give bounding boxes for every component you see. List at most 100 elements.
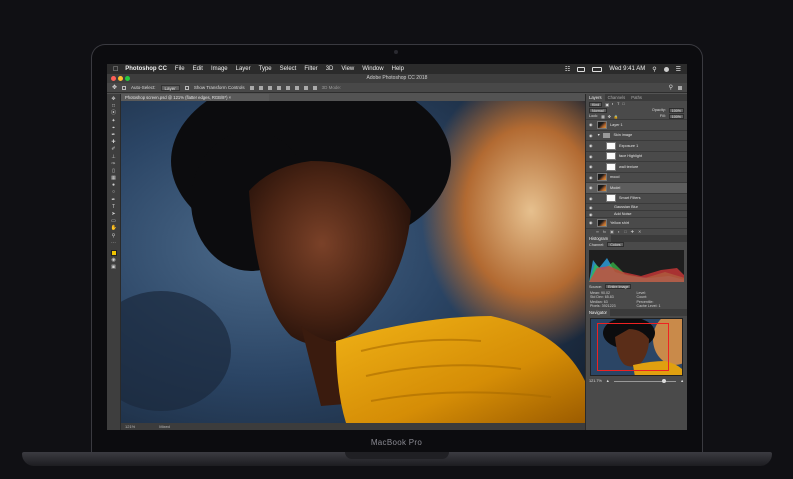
layer-row[interactable]: ◉ mood — [586, 171, 687, 183]
menu-select[interactable]: Select — [280, 66, 297, 72]
adjustment-layer-icon[interactable]: ◐ — [618, 229, 620, 234]
crop-tool-icon[interactable]: ⌖ — [111, 125, 117, 131]
layer-row[interactable]: ◉ Yellow shirt — [586, 217, 687, 228]
lock-all-icon[interactable]: 🔒 — [614, 114, 619, 119]
visibility-eye-icon[interactable]: ◉ — [589, 154, 594, 159]
visibility-eye-icon[interactable]: ◉ — [589, 122, 594, 127]
delete-layer-icon[interactable]: ✕ — [638, 229, 641, 234]
document-tab[interactable]: Photoshop screen.psd @ 121% (flatter edg… — [121, 94, 269, 101]
more-tools-icon[interactable]: ⋯ — [111, 240, 117, 246]
layer-row[interactable]: ◉ Exposure 1 — [586, 140, 687, 151]
navigator-zoom-value[interactable]: 121.7% — [589, 379, 602, 383]
source-dropdown[interactable]: Entire Image — [605, 284, 632, 289]
zoom-in-icon[interactable]: ▲ — [680, 379, 684, 383]
show-transform-checkbox[interactable] — [184, 85, 189, 90]
menu-image[interactable]: Image — [211, 66, 228, 72]
gradient-tool-icon[interactable]: ▦ — [111, 176, 117, 181]
airplay-icon[interactable] — [577, 66, 586, 72]
healing-brush-icon[interactable]: ✚ — [111, 140, 117, 145]
menu-3d[interactable]: 3D — [326, 66, 334, 72]
siri-icon[interactable] — [663, 66, 669, 72]
menu-filter[interactable]: Filter — [304, 66, 317, 72]
wifi-icon[interactable]: ☷ — [565, 66, 570, 73]
menu-help[interactable]: Help — [392, 66, 404, 72]
eyedropper-tool-icon[interactable]: ✒ — [111, 132, 117, 138]
filter-type-icon[interactable]: T — [617, 102, 619, 106]
marquee-tool-icon[interactable]: □ — [111, 104, 117, 109]
distribute-spacing-icon[interactable] — [312, 85, 317, 90]
move-tool-icon[interactable]: ✥ — [111, 97, 117, 102]
blend-mode-dropdown[interactable]: Normal — [589, 107, 607, 113]
quick-mask-icon[interactable]: ◉ — [111, 258, 117, 263]
layer-row[interactable]: ◉ Add Noise — [586, 210, 687, 217]
visibility-eye-icon[interactable]: ◉ — [589, 143, 594, 148]
new-layer-icon[interactable]: ✚ — [631, 229, 634, 234]
quick-select-tool-icon[interactable]: ✦ — [111, 118, 117, 124]
menubar-clock[interactable]: Wed 9:41 AM — [609, 66, 645, 72]
menu-file[interactable]: File — [175, 66, 185, 72]
filter-pixel-icon[interactable]: ▣ — [605, 102, 609, 107]
close-window-button[interactable] — [111, 76, 116, 81]
visibility-eye-icon[interactable]: ◉ — [589, 185, 594, 190]
layer-row[interactable]: ◉ wall texture — [586, 161, 687, 172]
visibility-eye-icon[interactable]: ◉ — [589, 196, 594, 201]
layer-filter-kind[interactable]: Kind — [589, 101, 603, 107]
fill-field[interactable]: 100% — [668, 113, 684, 119]
menu-type[interactable]: Type — [259, 66, 272, 72]
menu-view[interactable]: View — [341, 66, 354, 72]
tab-layers[interactable]: Layers — [586, 94, 605, 101]
layer-row[interactable]: ◉ Smart Filters — [586, 192, 687, 204]
dodge-tool-icon[interactable]: ○ — [111, 190, 117, 195]
apple-icon[interactable]:  — [113, 66, 118, 73]
opacity-field[interactable]: 100% — [668, 107, 684, 113]
pen-tool-icon[interactable]: ✒ — [111, 197, 117, 203]
zoom-slider-handle[interactable] — [662, 378, 667, 383]
link-layers-icon[interactable]: ∞ — [596, 229, 599, 234]
clone-stamp-icon[interactable]: ⊥ — [111, 154, 117, 160]
align-right-icon[interactable] — [267, 85, 272, 90]
layer-row[interactable]: ◉ Layer 1 — [586, 119, 687, 130]
auto-select-dropdown[interactable]: Layer — [160, 84, 180, 91]
filter-adjust-icon[interactable]: ◐ — [612, 102, 614, 106]
notification-center-icon[interactable]: ☰ — [676, 66, 681, 73]
navigator-zoom-slider[interactable] — [613, 378, 677, 383]
screen-mode-icon[interactable]: ▣ — [111, 265, 117, 270]
brush-tool-icon[interactable]: ✐ — [111, 147, 117, 152]
rectangle-tool-icon[interactable]: ▭ — [111, 219, 117, 224]
tab-histogram[interactable]: Histogram — [586, 234, 612, 242]
visibility-eye-icon[interactable]: ◉ — [589, 205, 594, 210]
visibility-eye-icon[interactable]: ◉ — [589, 175, 594, 180]
layer-row[interactable]: ◉ Model — [586, 182, 687, 193]
path-select-tool-icon[interactable]: ➤ — [111, 212, 117, 217]
tab-channels[interactable]: Channels — [605, 94, 629, 101]
search-icon[interactable]: ⚲ — [652, 66, 656, 73]
type-tool-icon[interactable]: T — [111, 204, 117, 210]
tab-navigator[interactable]: Navigator — [586, 309, 610, 316]
menu-app-name[interactable]: Photoshop CC — [125, 66, 167, 72]
battery-icon[interactable] — [592, 66, 603, 72]
history-brush-icon[interactable]: ✑ — [111, 161, 117, 167]
document-canvas[interactable] — [121, 101, 585, 423]
zoom-tool-icon[interactable]: ⚲ — [111, 233, 117, 239]
menu-window[interactable]: Window — [362, 66, 383, 72]
menu-layer[interactable]: Layer — [236, 66, 251, 72]
filter-shape-icon[interactable]: □ — [622, 102, 624, 106]
layer-row[interactable]: ◉ Gaussian Blur — [586, 203, 687, 210]
auto-select-checkbox[interactable] — [122, 85, 127, 90]
lock-pixels-icon[interactable]: ▦ — [601, 114, 605, 119]
menu-edit[interactable]: Edit — [193, 66, 203, 72]
layer-style-icon[interactable]: fx — [603, 229, 606, 234]
visibility-eye-icon[interactable]: ◉ — [589, 133, 594, 138]
align-center-icon[interactable] — [258, 85, 263, 90]
tab-paths[interactable]: Paths — [628, 94, 645, 101]
search-icon[interactable]: ⚲ — [669, 84, 673, 91]
document-info[interactable]: Mixed — [159, 423, 170, 430]
zoom-window-button[interactable] — [125, 76, 130, 81]
layer-row[interactable]: ◉ ▼ Skin image — [586, 129, 687, 141]
chevron-down-icon[interactable]: ▼ — [597, 133, 600, 137]
zoom-out-icon[interactable]: ▲ — [606, 379, 610, 383]
lock-position-icon[interactable]: ✥ — [608, 114, 611, 119]
channel-dropdown[interactable]: Colors — [607, 242, 624, 247]
workspace-icon[interactable] — [678, 85, 682, 90]
visibility-eye-icon[interactable]: ◉ — [589, 220, 594, 225]
